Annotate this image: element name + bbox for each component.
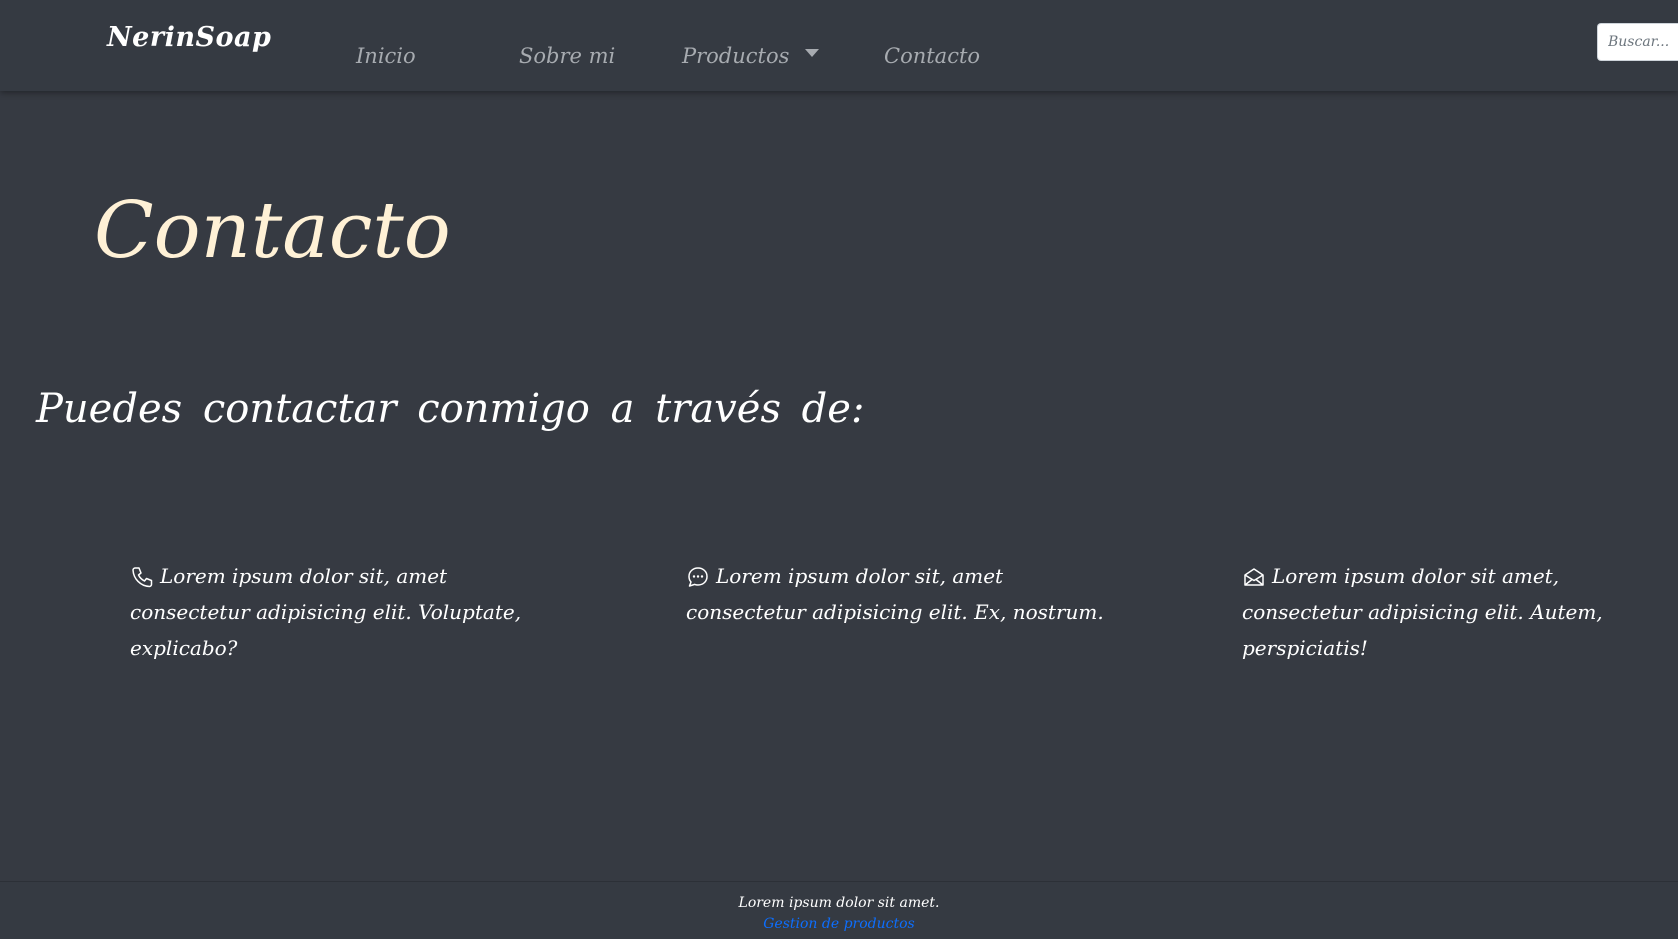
nav-inicio[interactable]: Inicio <box>356 44 416 68</box>
caret-down-icon <box>805 49 820 57</box>
contact-subtitle: Puedes contactar conmigo a través de: <box>36 386 865 432</box>
nav-productos-dropdown[interactable]: Productos <box>682 44 820 68</box>
envelope-icon <box>1244 568 1264 586</box>
contact-item-text: Lorem ipsum dolor sit, amet consectetur … <box>686 564 1104 624</box>
footer-text: Lorem ipsum dolor sit amet. <box>738 895 940 911</box>
phone-icon <box>132 567 153 588</box>
nav-productos-label: Productos <box>682 44 790 68</box>
search-input[interactable] <box>1597 23 1678 61</box>
nav-sobre-mi[interactable]: Sobre mi <box>519 44 615 68</box>
contact-item-text: Lorem ipsum dolor sit, amet consectetur … <box>130 564 522 660</box>
nav-contacto[interactable]: Contacto <box>884 44 980 68</box>
chat-icon <box>688 567 708 587</box>
page-title: Contacto <box>94 186 451 276</box>
contact-item-chat: Lorem ipsum dolor sit, amet consectetur … <box>686 558 1106 630</box>
brand-logo[interactable]: NerinSoap <box>107 22 271 53</box>
footer: Lorem ipsum dolor sit amet. Gestion de p… <box>0 881 1678 939</box>
contact-item-email: Lorem ipsum dolor sit amet, consectetur … <box>1242 558 1662 666</box>
navbar: NerinSoap Inicio Sobre mi Productos Cont… <box>0 0 1678 91</box>
contact-item-text: Lorem ipsum dolor sit amet, consectetur … <box>1242 564 1603 660</box>
contact-item-phone: Lorem ipsum dolor sit, amet consectetur … <box>130 558 550 666</box>
footer-link-gestion[interactable]: Gestion de productos <box>763 916 915 932</box>
